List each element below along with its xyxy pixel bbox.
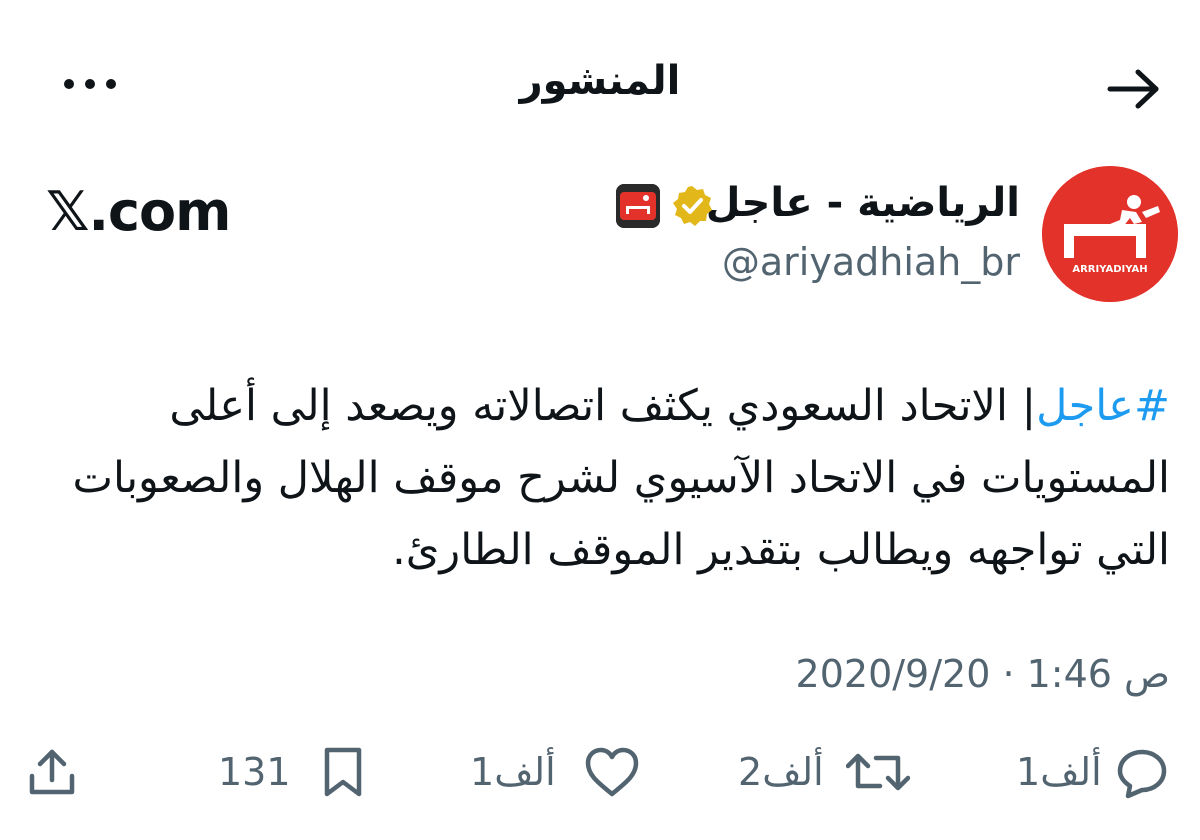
- arrow-icon: [1107, 69, 1159, 109]
- tweet-text: #عاجل| الاتحاد السعودي يكثف اتصالاته ويص…: [30, 370, 1170, 586]
- affiliate-badge[interactable]: [616, 184, 660, 228]
- reply-count: 1ألف: [1016, 750, 1102, 794]
- share-icon: [29, 749, 75, 795]
- timestamp[interactable]: 2020/9/20 · 1:46 ص: [796, 652, 1170, 696]
- avatar[interactable]: ARRIYADIYAH: [1042, 166, 1178, 302]
- bookmark-button[interactable]: 131: [218, 740, 365, 804]
- like-count: 1ألف: [470, 750, 556, 794]
- like-button[interactable]: 1ألف: [470, 740, 642, 804]
- verified-icon: [673, 186, 712, 226]
- display-name[interactable]: الرياضية - عاجل: [706, 180, 1020, 226]
- share-button[interactable]: [24, 740, 80, 804]
- tweet-body: | الاتحاد السعودي يكثف اتصالاته ويصعد إل…: [72, 381, 1170, 575]
- svg-text:ARRIYADIYAH: ARRIYADIYAH: [1072, 264, 1147, 275]
- watermark: 𝕏.com: [46, 180, 231, 243]
- retweet-button[interactable]: 2ألف: [738, 740, 910, 804]
- reply-icon: [1117, 749, 1166, 799]
- hashtag-link[interactable]: #عاجل: [1036, 381, 1170, 431]
- bookmark-count: 131: [218, 750, 291, 794]
- user-handle[interactable]: @ariyadhiah_br: [722, 240, 1020, 284]
- retweet-count: 2ألف: [738, 750, 824, 794]
- page-title: المنشور: [519, 58, 681, 104]
- reply-button[interactable]: 1ألف: [1016, 740, 1170, 804]
- heart-icon: [585, 747, 638, 797]
- back-button[interactable]: [1104, 64, 1164, 114]
- brand-logo-icon: ARRIYADIYAH: [1042, 166, 1178, 302]
- verified-badge: [670, 184, 714, 228]
- retweet-icon: [845, 753, 910, 791]
- post-header: المنشور: [0, 0, 1200, 170]
- affiliate-logo-icon: [616, 184, 660, 228]
- bookmark-icon: [324, 747, 361, 797]
